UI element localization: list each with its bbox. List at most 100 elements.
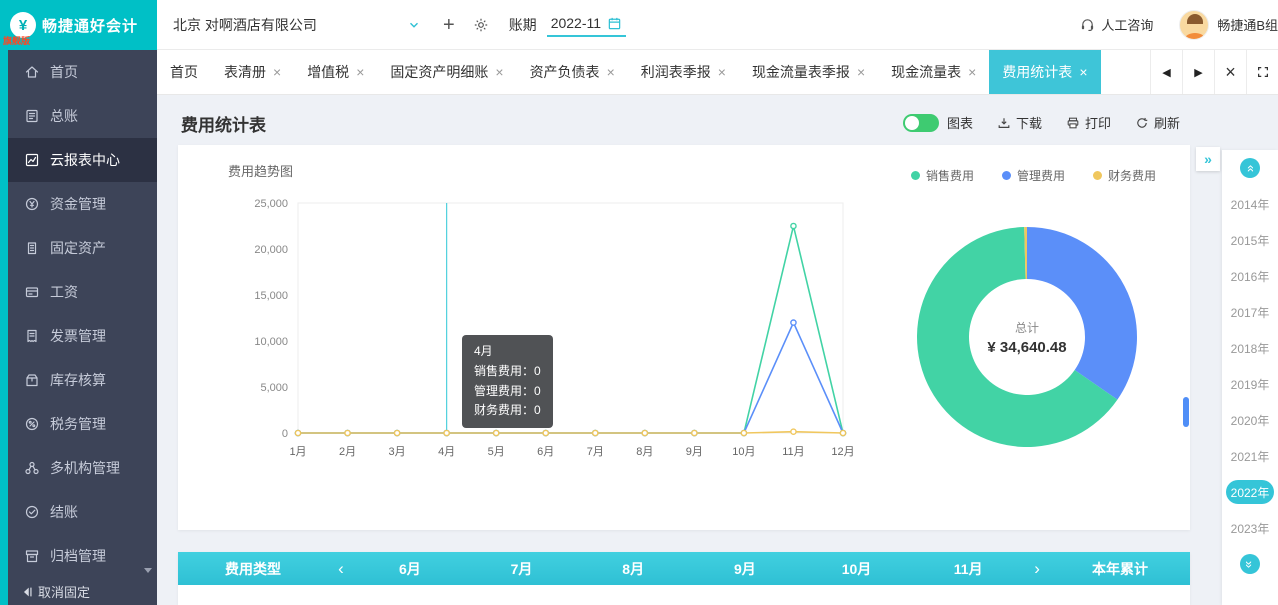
unpin-icon [20, 585, 34, 599]
print-button[interactable]: 打印 [1066, 113, 1111, 132]
scrollbar-thumb[interactable] [1183, 397, 1189, 427]
tab-close-icon[interactable]: × [607, 65, 615, 79]
sidebar-item-tax-management[interactable]: 税务管理 [8, 402, 157, 446]
unpin-label: 取消固定 [38, 582, 90, 601]
svg-text:10,000: 10,000 [254, 336, 288, 348]
year-item-2015年[interactable]: 2015年 [1222, 222, 1278, 258]
refresh-label: 刷新 [1154, 113, 1180, 132]
trend-line-chart[interactable]: 05,00010,00015,00020,00025,0001月2月3月4月5月… [208, 185, 868, 475]
tab-close-all-icon[interactable]: × [1214, 50, 1246, 94]
sidebar-item-salary[interactable]: 工资 [8, 270, 157, 314]
sidebar-item-label: 归档管理 [50, 546, 106, 566]
sidebar-item-archive-management[interactable]: 归档管理 [8, 534, 157, 578]
tab-balance-sheet[interactable]: 资产负债表 × [517, 50, 628, 94]
tab-report-list[interactable]: 表清册× [211, 50, 294, 94]
year-item-2017年[interactable]: 2017年 [1222, 294, 1278, 330]
svg-text:7月: 7月 [587, 446, 604, 458]
table-next-icon[interactable]: › [1024, 560, 1050, 577]
top-header: 北京 对啊酒店有限公司 + 账期 2022-11 人工咨询 畅捷通B组 [157, 0, 1278, 50]
sidebar-scroll-down-icon[interactable] [144, 568, 152, 573]
company-selector[interactable]: 北京 对啊酒店有限公司 [173, 15, 421, 35]
tab-fixed-asset-detail[interactable]: 固定资产明细账× [377, 50, 516, 94]
tab-scroll-left-icon[interactable]: ◀ [1150, 50, 1182, 94]
tab-close-icon[interactable]: × [356, 65, 364, 79]
year-scroll-up-icon[interactable]: » [1240, 158, 1260, 178]
toggle-label: 图表 [947, 113, 973, 132]
print-label: 打印 [1085, 113, 1111, 132]
year-item-2022年[interactable]: 2022年 [1226, 480, 1274, 504]
tab-label: 现金流量表 [891, 62, 961, 82]
svg-text:12月: 12月 [831, 446, 854, 458]
fullscreen-icon[interactable] [1246, 50, 1278, 94]
table-col-month: 9月 [689, 559, 801, 579]
sidebar-item-invoice-management[interactable]: 发票管理 [8, 314, 157, 358]
year-item-2023年[interactable]: 2023年 [1222, 510, 1278, 546]
sidebar-unpin-button[interactable]: 取消固定 [8, 578, 157, 605]
refresh-button[interactable]: 刷新 [1135, 113, 1180, 132]
support-link[interactable]: 人工咨询 [1080, 15, 1153, 34]
tab-close-icon[interactable]: × [1079, 65, 1087, 79]
sidebar-item-home[interactable]: 首页 [8, 50, 157, 94]
download-button[interactable]: 下载 [997, 113, 1042, 132]
sidebar-item-closing[interactable]: 结账 [8, 490, 157, 534]
tab-close-icon[interactable]: × [495, 65, 503, 79]
year-item-2018年[interactable]: 2018年 [1222, 330, 1278, 366]
legend-item-管理费用[interactable]: 管理费用 [1002, 167, 1065, 184]
sidebar-item-fixed-assets[interactable]: 固定资产 [8, 226, 157, 270]
tab-close-icon[interactable]: × [273, 65, 281, 79]
tab-home[interactable]: 首页 [157, 50, 211, 94]
year-scroll-down-icon[interactable]: » [1240, 554, 1260, 574]
svg-text:6月: 6月 [537, 446, 554, 458]
sidebar-item-label: 总账 [50, 106, 78, 126]
gear-icon[interactable] [473, 17, 489, 33]
sidebar-accent-strip [0, 50, 8, 605]
svg-text:25,000: 25,000 [254, 198, 288, 210]
home-icon [24, 64, 40, 80]
tab-scroll-right-icon[interactable]: ▶ [1182, 50, 1214, 94]
sidebar-item-label: 首页 [50, 62, 78, 82]
year-item-2019年[interactable]: 2019年 [1222, 366, 1278, 402]
calendar-icon [607, 16, 622, 31]
chart-view-toggle[interactable] [903, 114, 939, 132]
tab-expense-statistics[interactable]: 费用统计表× [989, 50, 1100, 94]
inventory-icon [24, 372, 40, 388]
legend-dot-icon [1002, 171, 1011, 180]
legend-item-财务费用[interactable]: 财务费用 [1093, 167, 1156, 184]
tab-label: 资产负债表 [530, 62, 600, 82]
table-prev-icon[interactable]: ‹ [328, 560, 354, 577]
support-label: 人工咨询 [1101, 15, 1153, 34]
sidebar-item-general-ledger[interactable]: 总账 [8, 94, 157, 138]
sidebar-item-multi-org-management[interactable]: 多机构管理 [8, 446, 157, 490]
svg-text:2月: 2月 [339, 446, 356, 458]
tab-cashflow-quarterly[interactable]: 现金流量表季报× [739, 50, 878, 94]
tab-cashflow[interactable]: 现金流量表 × [878, 50, 989, 94]
legend-label: 管理费用 [1017, 167, 1065, 184]
year-panel-expand-icon[interactable]: » [1196, 147, 1220, 171]
year-item-2021年[interactable]: 2021年 [1222, 438, 1278, 474]
svg-text:10月: 10月 [732, 446, 755, 458]
donut-chart[interactable]: 总计 ¥ 34,640.48 [913, 223, 1141, 451]
open-tabs: 首页表清册×增值税×固定资产明细账×资产负债表×利润表季报×现金流量表季报×现金… [157, 50, 1150, 94]
trend-chart-title: 费用趋势图 [228, 161, 293, 180]
tab-label: 利润表季报 [641, 62, 711, 82]
legend-item-销售费用[interactable]: 销售费用 [911, 167, 974, 184]
legend-label: 销售费用 [926, 167, 974, 184]
add-account-button[interactable]: + [443, 15, 455, 35]
period-field[interactable]: 2022-11 [547, 12, 626, 37]
app-title: 畅捷通好会计 [42, 15, 138, 36]
tab-vat[interactable]: 增值税× [294, 50, 377, 94]
avatar[interactable] [1179, 10, 1209, 40]
year-item-2014年[interactable]: 2014年 [1222, 186, 1278, 222]
sidebar-item-fund-management[interactable]: 资金管理 [8, 182, 157, 226]
tab-income-statement-quarterly[interactable]: 利润表季报 × [628, 50, 739, 94]
svg-text:4月: 4月 [438, 446, 455, 458]
tab-close-icon[interactable]: × [718, 65, 726, 79]
tab-close-icon[interactable]: × [968, 65, 976, 79]
tab-controls: ◀ ▶ × [1150, 50, 1278, 94]
sidebar-item-inventory-accounting[interactable]: 库存核算 [8, 358, 157, 402]
tab-close-icon[interactable]: × [857, 65, 865, 79]
year-item-2020年[interactable]: 2020年 [1222, 402, 1278, 438]
closing-icon [24, 504, 40, 520]
year-item-2016年[interactable]: 2016年 [1222, 258, 1278, 294]
sidebar-item-cloud-report-center[interactable]: 云报表中心 [8, 138, 157, 182]
